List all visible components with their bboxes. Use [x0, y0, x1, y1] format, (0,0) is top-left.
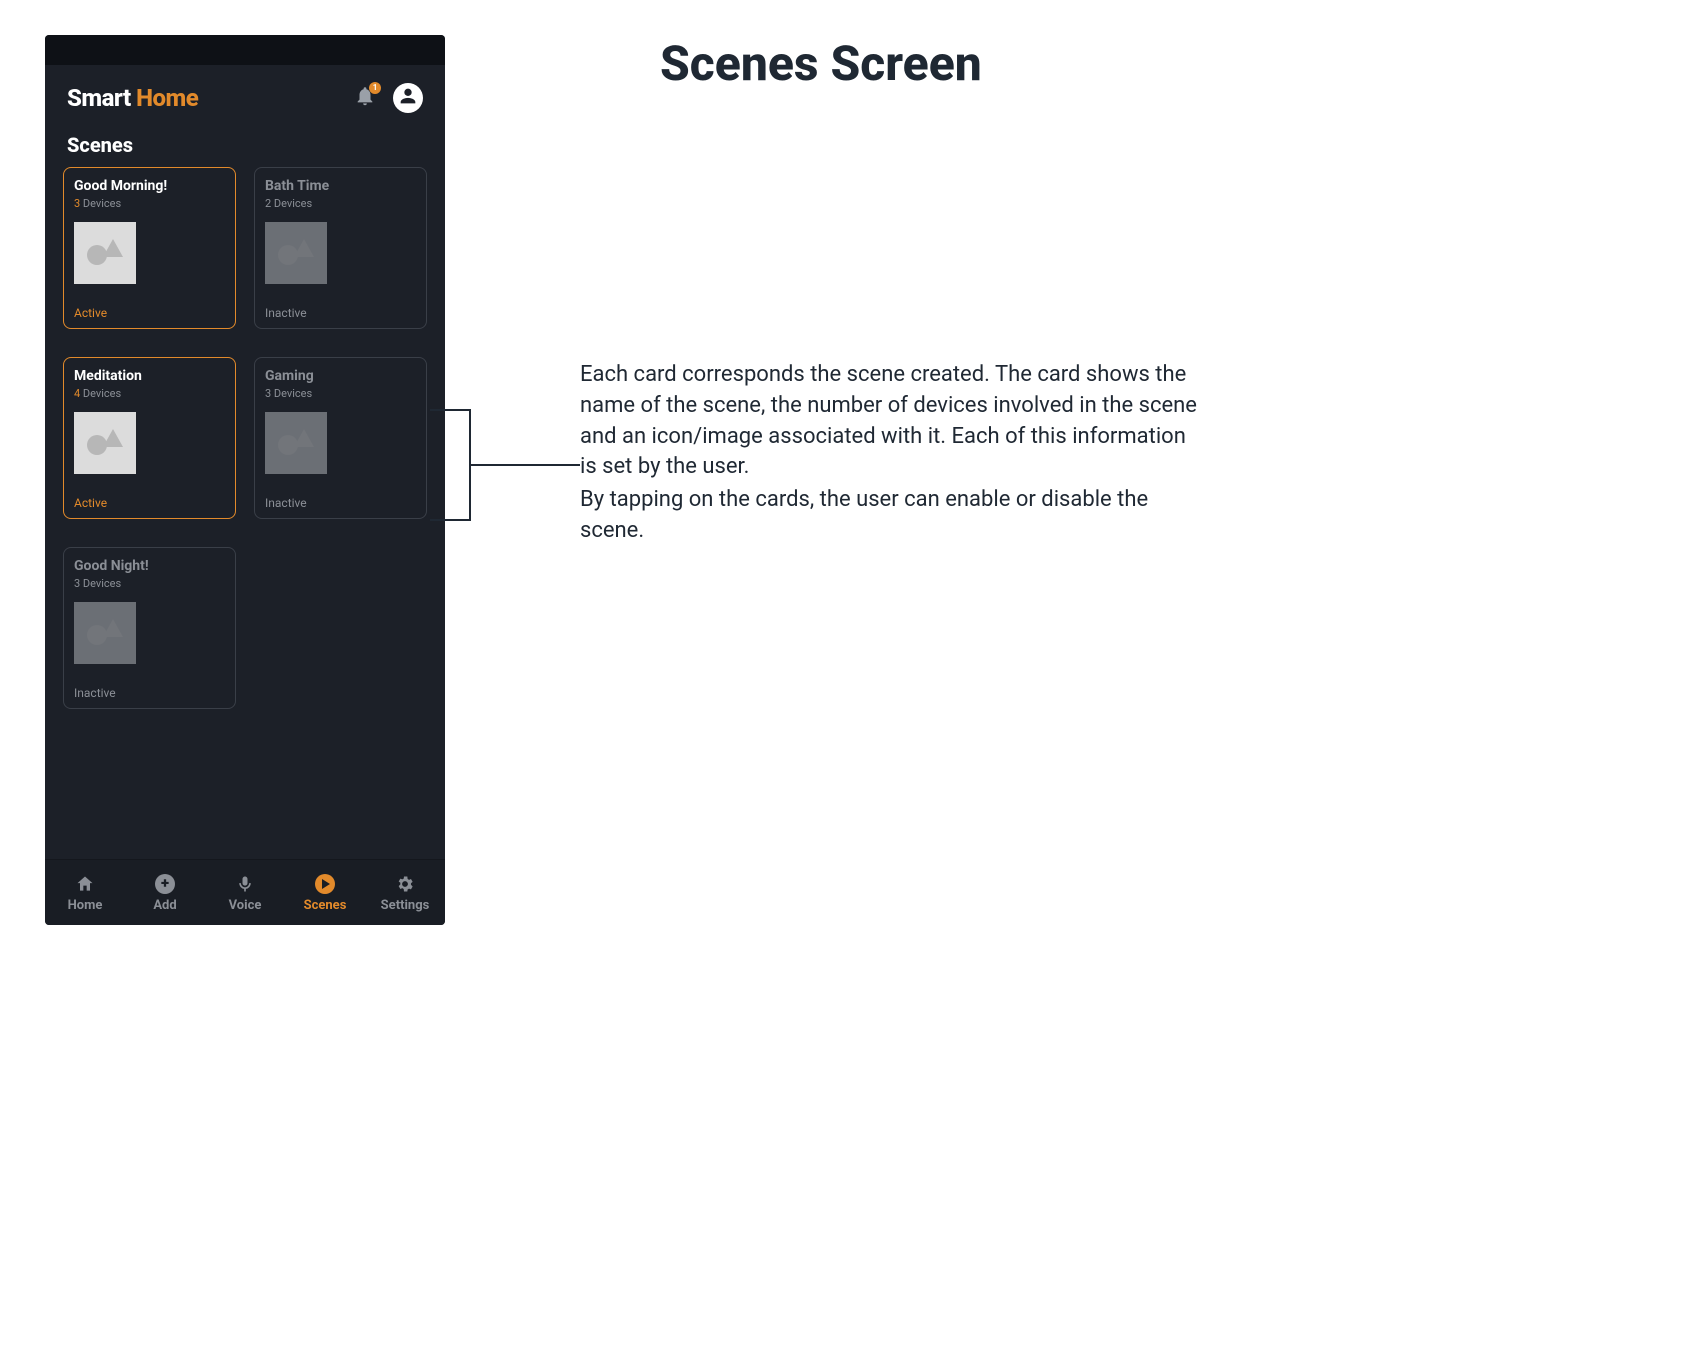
scene-name: Good Morning! — [74, 178, 225, 195]
person-icon — [397, 85, 419, 111]
scene-icon — [74, 222, 136, 284]
nav-scenes[interactable]: Scenes — [293, 873, 357, 913]
nav-settings[interactable]: Settings — [373, 873, 437, 913]
bottom-nav: Home Add Voice Scenes Settings — [45, 859, 445, 925]
notifications-button[interactable]: 1 — [351, 84, 379, 112]
nav-label: Add — [153, 898, 176, 913]
notification-badge: 1 — [369, 82, 381, 94]
scene-card-gaming[interactable]: Gaming 3 Devices Inactive — [254, 357, 427, 519]
scene-device-count: 3 Devices — [265, 387, 416, 400]
play-circle-icon — [314, 873, 336, 895]
nav-voice[interactable]: Voice — [213, 873, 277, 913]
scene-card-meditation[interactable]: Meditation 4 Devices Active — [63, 357, 236, 519]
scene-device-count: 3 Devices — [74, 577, 225, 590]
doc-paragraph-2: By tapping on the cards, the user can en… — [580, 485, 1200, 547]
brand-word-2: Home — [136, 84, 198, 112]
scene-status: Inactive — [265, 298, 416, 320]
scene-device-count: 3 Devices — [74, 197, 225, 210]
scenes-grid: Good Morning! 3 Devices Active Bath Time… — [45, 167, 445, 859]
scene-card-good-night[interactable]: Good Night! 3 Devices Inactive — [63, 547, 236, 709]
app-brand: Smart Home — [67, 84, 198, 112]
nav-home[interactable]: Home — [53, 873, 117, 913]
scene-icon — [74, 602, 136, 664]
callout-connector — [430, 400, 580, 530]
phone-mockup: Smart Home 1 Scenes — [45, 35, 445, 925]
nav-label: Settings — [381, 898, 430, 913]
gear-icon — [394, 873, 416, 895]
plus-circle-icon — [154, 873, 176, 895]
doc-paragraph-1: Each card corresponds the scene created.… — [580, 360, 1200, 483]
scene-status: Active — [74, 298, 225, 320]
doc-body: Each card corresponds the scene created.… — [580, 360, 1200, 549]
nav-label: Scenes — [304, 898, 347, 913]
scene-device-count: 2 Devices — [265, 197, 416, 210]
app-header: Smart Home 1 — [45, 65, 445, 121]
nav-label: Voice — [229, 898, 262, 913]
scene-status: Active — [74, 488, 225, 510]
scene-icon — [265, 222, 327, 284]
scene-name: Gaming — [265, 368, 416, 385]
nav-add[interactable]: Add — [133, 873, 197, 913]
scene-icon — [265, 412, 327, 474]
brand-word-1: Smart — [67, 84, 131, 112]
scene-name: Meditation — [74, 368, 225, 385]
home-icon — [74, 873, 96, 895]
scene-card-good-morning[interactable]: Good Morning! 3 Devices Active — [63, 167, 236, 329]
section-title: Scenes — [45, 121, 445, 167]
scene-status: Inactive — [265, 488, 416, 510]
scene-device-count: 4 Devices — [74, 387, 225, 400]
nav-label: Home — [68, 898, 103, 913]
scene-status: Inactive — [74, 678, 225, 700]
profile-button[interactable] — [393, 83, 423, 113]
mic-icon — [234, 873, 256, 895]
status-bar — [45, 35, 445, 65]
scene-card-bath-time[interactable]: Bath Time 2 Devices Inactive — [254, 167, 427, 329]
scene-icon — [74, 412, 136, 474]
scene-name: Good Night! — [74, 558, 225, 575]
scene-name: Bath Time — [265, 178, 416, 195]
doc-title: Scenes Screen — [660, 35, 982, 92]
